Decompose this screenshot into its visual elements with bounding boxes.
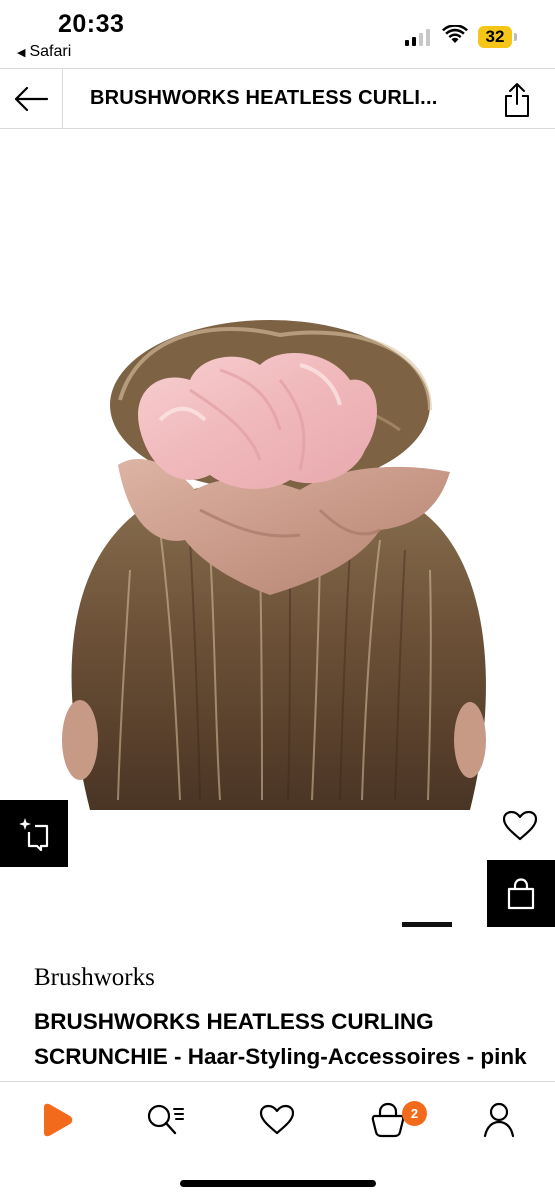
user-icon (483, 1102, 515, 1138)
back-app-label: Safari (29, 43, 72, 60)
tab-wishlist[interactable] (255, 1098, 299, 1142)
battery-cap (514, 33, 517, 41)
shopping-bag-icon (507, 877, 535, 909)
status-bar: 20:33 ◀ Safari 32 (0, 0, 555, 68)
back-triangle-icon: ◀ (17, 46, 26, 59)
scrunchie-photo (62, 320, 486, 810)
add-to-bag-button[interactable] (487, 860, 555, 927)
navigation-bar: BRUSHWORKS HEATLESS CURLI... (0, 68, 555, 129)
arrow-left-icon (14, 86, 49, 111)
gallery-page-indicator (402, 922, 452, 927)
cellular-signal-icon (405, 28, 430, 46)
zalando-play-icon (44, 1103, 73, 1137)
product-image[interactable] (0, 130, 555, 930)
tab-account[interactable] (477, 1098, 521, 1142)
tab-search[interactable] (143, 1098, 187, 1142)
heart-icon (259, 1104, 295, 1135)
share-icon (505, 83, 529, 117)
page-title: BRUSHWORKS HEATLESS CURLI... (90, 87, 438, 109)
home-indicator (180, 1180, 376, 1187)
battery-indicator: 32 (478, 26, 512, 48)
bag-icon (371, 1102, 405, 1138)
brand-name[interactable]: Brushworks (34, 964, 155, 992)
tab-home[interactable] (34, 1098, 78, 1142)
ar-try-on-icon (19, 817, 49, 851)
back-button[interactable] (0, 69, 63, 128)
heart-icon (502, 810, 538, 841)
search-icon (147, 1104, 184, 1135)
status-time: 20:33 (58, 10, 125, 38)
wishlist-button[interactable] (500, 806, 540, 846)
ar-try-on-button[interactable] (0, 800, 68, 867)
wifi-icon (442, 25, 468, 43)
product-name: BRUSHWORKS HEATLESS CURLING SCRUNCHIE - … (34, 1009, 527, 1082)
share-button[interactable] (500, 81, 534, 119)
bag-count-badge: 2 (402, 1101, 427, 1126)
back-to-safari-link[interactable]: ◀ Safari (17, 43, 71, 61)
